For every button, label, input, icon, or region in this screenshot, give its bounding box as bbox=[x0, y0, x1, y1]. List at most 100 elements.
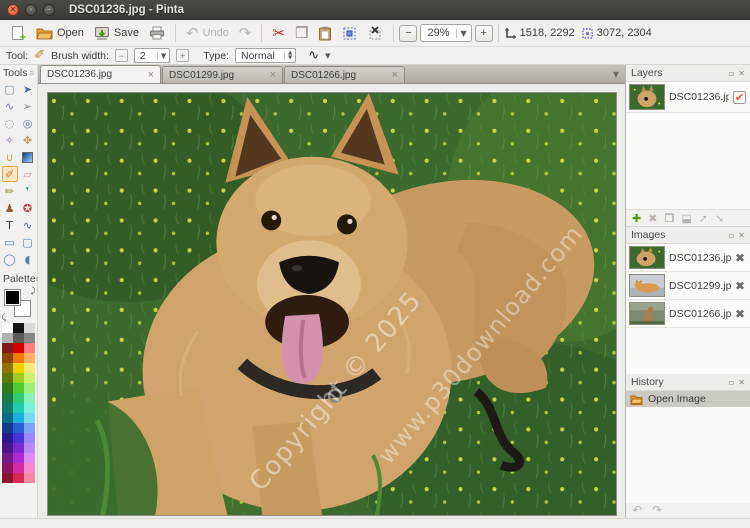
palette-swatch-25[interactable] bbox=[13, 403, 24, 413]
swap-colors-icon[interactable]: ⤸ bbox=[31, 286, 36, 296]
tool-text-tool[interactable]: T bbox=[2, 217, 18, 233]
image-row-dsc01299[interactable]: DSC01299.jpg ✖ bbox=[626, 272, 750, 300]
undo-button[interactable]: ↶ Undo bbox=[181, 24, 234, 43]
paste-button[interactable] bbox=[313, 24, 337, 43]
palette-swatch-0[interactable] bbox=[2, 323, 13, 333]
copy-button[interactable]: ❐ bbox=[290, 24, 313, 43]
image-row-dsc01236[interactable]: DSC01236.jpg ✖ bbox=[626, 244, 750, 272]
dock-panel-icon[interactable]: ▫ bbox=[729, 378, 734, 387]
dock-panel-icon[interactable]: ▫ bbox=[729, 69, 734, 78]
zoom-level-combo[interactable]: 29% ▼ bbox=[420, 24, 472, 42]
close-panel-icon[interactable]: ✕ bbox=[738, 231, 745, 240]
palette-swatch-10[interactable] bbox=[13, 353, 24, 363]
window-close-button[interactable]: ✕ bbox=[7, 4, 19, 16]
palette-swatch-41[interactable] bbox=[24, 453, 35, 463]
palette-swatch-47[interactable] bbox=[24, 473, 35, 483]
delete-layer-button[interactable]: ✖ bbox=[648, 213, 657, 224]
palette-swatch-5[interactable] bbox=[24, 333, 35, 343]
palette-swatch-40[interactable] bbox=[13, 453, 24, 463]
palette-swatch-39[interactable] bbox=[2, 453, 13, 463]
move-layer-up-button[interactable]: ➚ bbox=[699, 213, 708, 224]
layer-visibility-checkbox[interactable]: ✔ bbox=[733, 90, 746, 104]
palette-swatch-8[interactable] bbox=[24, 343, 35, 353]
deselect-button[interactable] bbox=[362, 24, 388, 43]
palette-swatch-7[interactable] bbox=[13, 343, 24, 353]
tool-paintbrush[interactable]: ✐ bbox=[1, 166, 18, 182]
close-panel-icon[interactable]: ✕ bbox=[738, 69, 745, 78]
tool-eraser[interactable]: ▱ bbox=[20, 166, 36, 182]
palette-swatch-36[interactable] bbox=[2, 443, 13, 453]
palette-swatch-44[interactable] bbox=[24, 463, 35, 473]
palette-swatch-20[interactable] bbox=[24, 383, 35, 393]
palette-swatch-16[interactable] bbox=[13, 373, 24, 383]
tool-ellipse-select[interactable]: ◌ bbox=[2, 115, 18, 131]
palette-swatch-22[interactable] bbox=[13, 393, 24, 403]
window-minimize-button[interactable]: ▫ bbox=[25, 4, 37, 16]
tool-magic-wand[interactable]: ✧ bbox=[2, 132, 18, 148]
brush-width-increase-button[interactable]: + bbox=[176, 49, 190, 62]
collapse-panel-icon[interactable]: ▫ bbox=[29, 69, 34, 77]
tool-pan-tool[interactable]: ✥ bbox=[20, 132, 36, 148]
tool-zoom-tool[interactable]: ◎ bbox=[20, 115, 36, 131]
photo-canvas[interactable]: Copyright © 2025 www.p30download.com bbox=[47, 92, 617, 516]
close-image-icon[interactable]: ✖ bbox=[735, 307, 747, 321]
tool-line-curve-tool[interactable]: ∿ bbox=[20, 217, 36, 233]
layer-row[interactable]: DSC01236.jpg ✔ bbox=[626, 82, 750, 113]
palette-swatch-32[interactable] bbox=[24, 423, 35, 433]
tab-overflow-icon[interactable]: ▼ bbox=[613, 70, 625, 79]
zoom-in-button[interactable]: + bbox=[474, 24, 493, 42]
palette-swatch-33[interactable] bbox=[2, 433, 13, 443]
dock-panel-icon[interactable]: ▫ bbox=[729, 231, 734, 240]
tool-clone-stamp[interactable]: ♟ bbox=[2, 200, 18, 216]
palette-swatch-15[interactable] bbox=[2, 373, 13, 383]
close-image-icon[interactable]: ✖ bbox=[735, 251, 747, 265]
tab-dsc01299jpg[interactable]: DSC01299.jpg × bbox=[162, 66, 283, 83]
palette-swatch-2[interactable] bbox=[24, 323, 35, 333]
palette-swatch-21[interactable] bbox=[2, 393, 13, 403]
palette-swatch-13[interactable] bbox=[13, 363, 24, 373]
palette-swatch-38[interactable] bbox=[24, 443, 35, 453]
tab-close-icon[interactable]: × bbox=[270, 70, 276, 81]
palette-swatch-12[interactable] bbox=[2, 363, 13, 373]
palette-swatch-9[interactable] bbox=[2, 353, 13, 363]
palette-swatch-43[interactable] bbox=[13, 463, 24, 473]
tab-dsc01236jpg[interactable]: DSC01236.jpg × bbox=[40, 65, 161, 83]
add-layer-button[interactable]: ✚ bbox=[632, 213, 641, 224]
tool-rectangle-shape[interactable]: ▭ bbox=[2, 234, 18, 250]
brush-width-decrease-button[interactable]: − bbox=[114, 49, 128, 62]
tab-close-icon[interactable]: × bbox=[392, 70, 398, 81]
palette-swatch-18[interactable] bbox=[2, 383, 13, 393]
tool-gradient-tool[interactable] bbox=[20, 149, 36, 165]
palette-swatch-4[interactable] bbox=[13, 333, 24, 343]
crop-to-selection-button[interactable] bbox=[337, 24, 362, 43]
palette-swatch-34[interactable] bbox=[13, 433, 24, 443]
print-button[interactable] bbox=[144, 24, 170, 42]
tool-recolor-tool[interactable]: ✪ bbox=[20, 200, 36, 216]
tool-lasso-select[interactable]: ∿ bbox=[2, 98, 18, 114]
brush-width-input[interactable]: 2 ▼ bbox=[133, 48, 171, 63]
palette-swatch-11[interactable] bbox=[24, 353, 35, 363]
palette-swatch-42[interactable] bbox=[2, 463, 13, 473]
tool-paint-bucket[interactable]: ∪ bbox=[2, 149, 18, 165]
palette-swatch-19[interactable] bbox=[13, 383, 24, 393]
primary-color-swatch[interactable] bbox=[3, 289, 21, 306]
palette-swatch-31[interactable] bbox=[13, 423, 24, 433]
cut-button[interactable]: ✂ bbox=[267, 24, 290, 43]
palette-swatch-26[interactable] bbox=[24, 403, 35, 413]
palette-swatch-23[interactable] bbox=[24, 393, 35, 403]
canvas-area[interactable]: Copyright © 2025 www.p30download.com bbox=[38, 84, 625, 518]
chevron-down-icon[interactable]: ▼ bbox=[325, 52, 330, 60]
move-layer-down-button[interactable]: ➘ bbox=[715, 213, 724, 224]
palette-swatch-46[interactable] bbox=[13, 473, 24, 483]
duplicate-layer-button[interactable]: ❐ bbox=[664, 213, 674, 224]
palette-swatch-28[interactable] bbox=[13, 413, 24, 423]
tool-freeform-shape[interactable]: ◖ bbox=[20, 251, 36, 267]
redo-button[interactable]: ↷ bbox=[234, 24, 257, 43]
close-panel-icon[interactable]: ✕ bbox=[738, 378, 745, 387]
save-button[interactable]: Save bbox=[89, 24, 144, 43]
window-maximize-button[interactable]: − bbox=[43, 4, 55, 16]
current-tool-brush-icon[interactable]: ✐ bbox=[34, 49, 45, 62]
blend-type-combo[interactable]: Normal ▲ ▼ bbox=[234, 48, 297, 63]
image-row-dsc01266[interactable]: DSC01266.jpg ✖ bbox=[626, 300, 750, 328]
history-undo-icon[interactable]: ↶ bbox=[632, 504, 642, 517]
